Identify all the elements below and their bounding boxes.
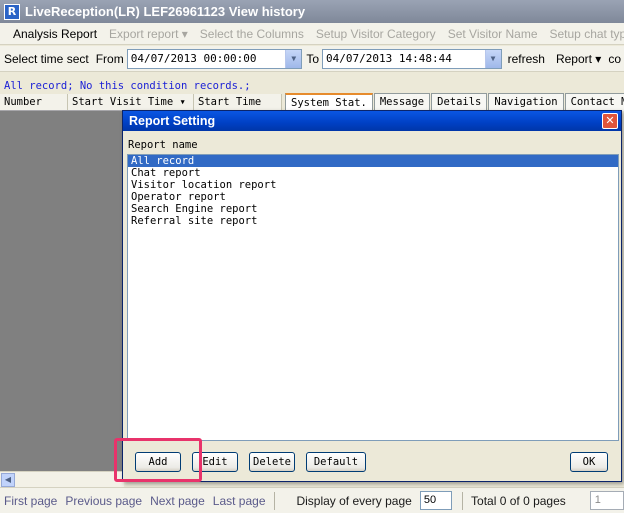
menu-setup-chat-type[interactable]: Setup chat type [544, 27, 624, 41]
chevron-down-icon[interactable]: ▼ [484, 49, 501, 68]
page-number-input[interactable]: 1 [589, 491, 624, 510]
tab-navigation[interactable]: Navigation [488, 93, 564, 111]
per-page-input[interactable]: 50 [419, 491, 453, 510]
to-datetime-value: 04/07/2013 14:48:44 [326, 52, 452, 65]
to-label: To [306, 51, 320, 66]
report-name-caption: Report name [128, 139, 198, 151]
add-button-highlight [114, 438, 202, 482]
grid-body [0, 111, 124, 471]
from-label: From [95, 51, 124, 66]
select-time-label: Select time sect [4, 51, 89, 66]
dialog-title: Report Setting [129, 114, 216, 128]
scroll-left-icon[interactable]: ◀ [1, 473, 15, 487]
last-page-link[interactable]: Last page [209, 494, 270, 508]
first-page-link[interactable]: First page [0, 494, 61, 508]
pager-divider [273, 491, 275, 510]
list-item-all-record[interactable]: All record [128, 155, 618, 167]
list-item-search-engine-report[interactable]: Search Engine report [128, 203, 618, 215]
menu-select-columns[interactable]: Select the Columns [194, 27, 310, 41]
previous-page-link[interactable]: Previous page [61, 494, 146, 508]
column-number[interactable]: Number [0, 94, 68, 110]
ok-button[interactable]: OK [570, 452, 608, 472]
pager-bar: First page Previous page Next page Last … [0, 487, 624, 513]
per-page-label: Display of every page [296, 493, 412, 508]
from-datetime-value: 04/07/2013 00:00:00 [130, 52, 257, 65]
delete-button[interactable]: Delete [249, 452, 295, 472]
truncated-toolbar-item[interactable]: co [604, 52, 624, 66]
horizontal-scrollbar[interactable]: ◀ [0, 471, 124, 487]
record-status-text: All record; No this condition records.; [4, 80, 251, 92]
menu-bar: Analysis Report Export report ▾ Select t… [0, 23, 624, 45]
menu-analysis-report[interactable]: Analysis Report [7, 27, 103, 41]
next-page-link[interactable]: Next page [146, 494, 209, 508]
chevron-down-icon[interactable]: ▼ [285, 49, 302, 68]
window-title: LiveReception(LR) LEF26961123 View histo… [25, 4, 306, 19]
report-menu-button[interactable]: Report ▾ [548, 52, 604, 66]
grid-header: Number Start Visit Time ▾ Start Time [0, 94, 282, 111]
close-icon[interactable]: ✕ [602, 113, 618, 129]
tab-details[interactable]: Details [431, 93, 488, 111]
total-pages-text: Total 0 of 0 pages [471, 493, 566, 508]
list-item-visitor-location-report[interactable]: Visitor location report [128, 179, 618, 191]
menu-export-report[interactable]: Export report ▾ [103, 27, 194, 41]
detail-tabs: System Stat. Message Details Navigation … [285, 93, 624, 111]
from-datetime-combo[interactable]: 04/07/2013 00:00:00 ▼ [126, 48, 303, 69]
window-titlebar: R LiveReception(LR) LEF26961123 View his… [0, 0, 624, 23]
menu-setup-visitor-category[interactable]: Setup Visitor Category [310, 27, 442, 41]
refresh-button[interactable]: refresh [502, 52, 548, 66]
tab-contact-man[interactable]: Contact Man [564, 93, 624, 111]
list-item-referral-site-report[interactable]: Referral site report [128, 215, 618, 227]
filter-bar: Select time sect From 04/07/2013 00:00:0… [0, 46, 624, 72]
menu-set-visitor-name[interactable]: Set Visitor Name [442, 27, 544, 41]
report-setting-dialog: Report Setting ✕ Report name All record … [122, 110, 622, 482]
default-button[interactable]: Default [306, 452, 366, 472]
dialog-titlebar: Report Setting ✕ [123, 111, 621, 131]
list-item-chat-report[interactable]: Chat report [128, 167, 618, 179]
list-item-operator-report[interactable]: Operator report [128, 191, 618, 203]
tab-system-stat[interactable]: System Stat. [285, 93, 373, 111]
to-datetime-combo[interactable]: 04/07/2013 14:48:44 ▼ [322, 48, 502, 69]
pager-divider [462, 491, 464, 510]
column-start-visit-time[interactable]: Start Visit Time ▾ [68, 94, 194, 110]
column-start-time[interactable]: Start Time [194, 94, 282, 110]
tab-message[interactable]: Message [373, 93, 431, 111]
report-list[interactable]: All record Chat report Visitor location … [127, 154, 619, 441]
app-icon: R [4, 3, 20, 20]
